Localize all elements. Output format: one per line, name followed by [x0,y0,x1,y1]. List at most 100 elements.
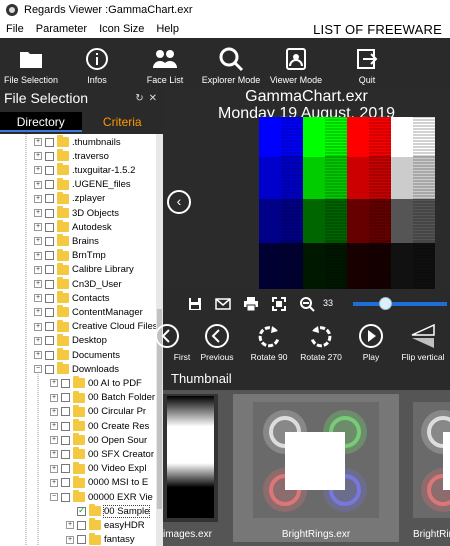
expand-icon[interactable]: + [34,180,42,189]
expand-icon[interactable]: + [50,478,58,487]
expand-icon[interactable]: + [34,209,42,217]
face-list-button[interactable]: Face List [140,38,190,88]
tree-item[interactable]: +00 Circular Pr [50,404,146,419]
expand-icon[interactable]: + [50,464,58,473]
tree-checkbox[interactable] [77,535,86,545]
collapse-icon[interactable]: − [34,365,42,374]
expand-icon[interactable]: + [66,521,74,530]
tree-checkbox[interactable] [45,194,54,204]
expand-icon[interactable]: + [50,407,58,416]
tree-checkbox[interactable] [45,336,54,346]
tree-item[interactable]: + .tuxguitar-1.5.2 [34,163,135,177]
tree-item[interactable]: + easyHDR [66,518,145,532]
expand-icon[interactable]: + [50,450,58,459]
tree-checkbox[interactable] [45,222,54,232]
rotate-90-button[interactable]: Rotate 90 [241,320,297,366]
thumbnail-item[interactable]: images.exr [163,394,223,542]
file-selection-button[interactable]: File Selection [2,38,60,88]
tree-item[interactable]: + .traverso [34,149,109,163]
expand-icon[interactable]: + [50,436,58,445]
expand-icon[interactable]: + [34,265,42,274]
tree-checkbox[interactable] [61,464,70,474]
tree-item[interactable]: +00 Batch Folder [50,390,155,405]
expand-icon[interactable]: + [34,194,42,203]
tree-item[interactable]: +00 Open Sour [50,433,147,447]
tree-item[interactable]: +00 AI to PDF [50,376,142,390]
expand-icon[interactable]: + [34,251,42,260]
tree-checkbox[interactable] [45,364,54,374]
tree-item[interactable]: + ContentManager [34,305,143,319]
tree-checkbox[interactable] [45,307,54,317]
zoom-slider-knob[interactable] [379,297,392,310]
tree-item[interactable]: − 00000 EXR Vie [50,490,153,504]
tree-item[interactable]: + Calibre Library [34,262,134,277]
tree-item[interactable]: + Documents [34,348,120,362]
tree-item[interactable]: + Autodesk [34,220,112,234]
tree-checkbox[interactable] [61,449,70,459]
tree-item[interactable]: + .UGENE_files [34,177,131,192]
fit-screen-icon[interactable] [269,294,289,314]
zoom-out-icon[interactable] [297,294,317,314]
tree-checkbox[interactable] [45,251,54,261]
expand-icon[interactable]: + [50,393,58,402]
menu-parameter[interactable]: Parameter [30,23,93,35]
tree-item[interactable]: + Contacts [34,291,110,305]
close-icon[interactable]: ✕ [149,93,157,104]
expand-icon[interactable]: + [50,379,58,388]
tree-checkbox[interactable] [45,322,54,332]
previous-button[interactable]: Previous [189,320,245,366]
flip-vertical-button[interactable]: Flip vertical [395,320,450,366]
tree-item[interactable]: +00 SFX Creator [50,447,154,461]
refresh-icon[interactable]: ↻ [135,93,143,104]
tree-checkbox[interactable] [45,279,54,289]
tree-checkbox[interactable] [45,165,54,175]
expand-icon[interactable]: + [34,138,42,146]
rotate-270-button[interactable]: Rotate 270 [293,320,349,366]
collapse-icon[interactable]: − [50,493,58,501]
tree-item[interactable]: + Brains [34,234,99,248]
menu-help[interactable]: Help [150,23,185,35]
tree-item[interactable]: + fantasy [66,532,135,546]
tree-checkbox[interactable] [61,435,70,445]
tree-item[interactable]: +00 Create Res [50,419,149,433]
tree-item[interactable]: + BrnTmp [34,248,106,263]
zoom-slider[interactable] [353,297,447,310]
expand-icon[interactable]: + [34,223,42,232]
tab-directory[interactable]: Directory [0,112,82,132]
tree-checkbox[interactable] [61,421,70,431]
first-button[interactable]: First [139,320,195,366]
tree-item[interactable]: + .zplayer [34,191,105,206]
expand-icon[interactable]: + [34,237,42,246]
tree-checkbox[interactable] [61,393,70,403]
tree-checkbox[interactable] [77,505,86,516]
tree-checkbox[interactable] [45,180,54,190]
tree-checkbox[interactable] [61,407,70,417]
tree-checkbox[interactable] [77,520,86,530]
previous-image-button[interactable]: ‹ [167,190,191,214]
expand-icon[interactable]: + [34,294,42,303]
expand-icon[interactable]: + [34,308,42,317]
tree-checkbox[interactable] [45,151,54,161]
tree-item[interactable]: + Cn3D_User [34,277,122,291]
thumbnail-item-selected[interactable]: BrightRings.exr [233,394,399,542]
email-icon[interactable] [213,294,233,314]
infos-button[interactable]: Infos [72,38,122,88]
viewer-mode-button[interactable]: Viewer Mode [266,38,326,88]
tree-item[interactable]: − Downloads [34,362,119,376]
tree-item[interactable]: +00 Video Expl [50,461,146,476]
expand-icon[interactable]: + [34,322,42,331]
tree-checkbox[interactable] [45,350,54,360]
tree-item[interactable]: + Desktop [34,333,107,348]
expand-icon[interactable]: + [34,280,42,288]
play-button[interactable]: Play [343,320,399,366]
expand-icon[interactable]: + [34,351,42,359]
tree-item[interactable]: 00 Sample [66,504,151,518]
tree-checkbox[interactable] [45,137,54,147]
tree-checkbox[interactable] [61,378,70,388]
tree-checkbox[interactable] [45,265,54,275]
tree-item[interactable]: + Creative Cloud Files [34,319,156,334]
expand-icon[interactable]: + [34,152,42,161]
tree-item[interactable]: +3D Objects [34,206,119,220]
tree-checkbox[interactable] [45,236,54,246]
save-icon[interactable] [185,294,205,314]
